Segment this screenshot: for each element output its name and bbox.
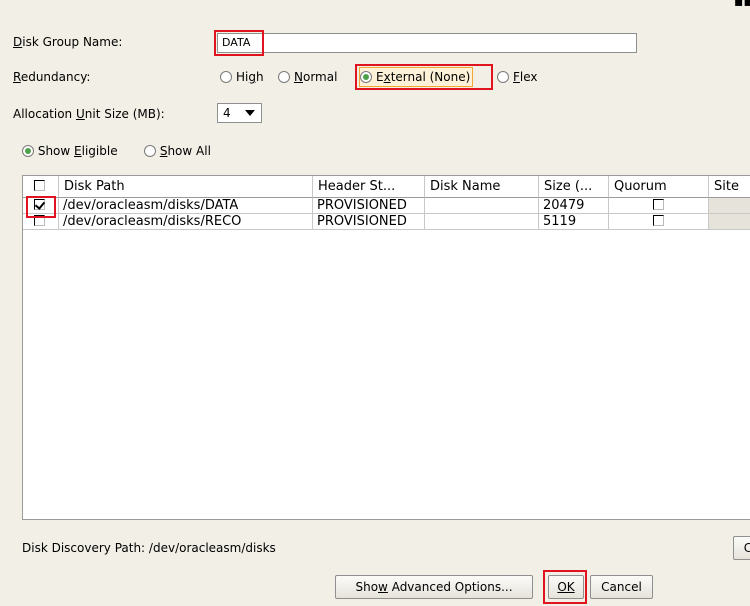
redundancy-label: Redundancy:	[13, 70, 91, 84]
row-checkbox[interactable]	[34, 215, 45, 226]
disk-discovery-label: Disk Discovery Path:	[22, 541, 146, 555]
table-cell-quorum[interactable]	[609, 198, 709, 214]
table-cell-header-status: PROVISIONED	[313, 214, 425, 230]
disk-group-name-value: DATA	[222, 36, 251, 49]
quorum-checkbox[interactable]	[653, 215, 664, 226]
disk-group-name-label: Disk Group Name:	[13, 35, 123, 49]
row-checkbox-checked[interactable]	[34, 199, 45, 210]
table-cell-disk-name[interactable]	[425, 214, 539, 230]
radio-circle-icon	[497, 71, 509, 83]
show-all-radio[interactable]: Show All	[144, 144, 211, 158]
column-header-disk-path[interactable]: Disk Path	[59, 176, 313, 198]
redundancy-high-radio[interactable]: High	[220, 68, 264, 86]
redundancy-flex-radio[interactable]: Flex	[497, 68, 538, 86]
redundancy-external-radio[interactable]: External (None)	[358, 67, 474, 87]
column-header-header-status[interactable]: Header St...	[313, 176, 425, 198]
table-cell-size: 20479	[539, 198, 609, 214]
table-cell-disk-path[interactable]: /dev/oracleasm/disks/RECO	[59, 214, 313, 230]
allocation-unit-label: Allocation Unit Size (MB):	[13, 107, 165, 121]
disk-discovery-path: Disk Discovery Path: /dev/oracleasm/disk…	[22, 541, 276, 555]
disk-discovery-value: /dev/oracleasm/disks	[148, 541, 276, 555]
table-row-select-cell[interactable]	[23, 198, 59, 214]
radio-circle-icon	[144, 145, 156, 157]
allocation-unit-combo[interactable]: 4	[217, 103, 262, 123]
disk-table[interactable]: Disk Path Header St... Disk Name Size (.…	[22, 175, 750, 520]
show-advanced-options-button[interactable]: Show Advanced Options...	[335, 575, 533, 599]
quorum-checkbox[interactable]	[653, 199, 664, 210]
redundancy-normal-radio[interactable]: Normal	[278, 68, 337, 86]
column-header-select-all[interactable]	[23, 176, 59, 198]
table-cell-disk-name[interactable]	[425, 198, 539, 214]
table-row-select-cell[interactable]	[23, 214, 59, 230]
allocation-unit-value: 4	[223, 106, 231, 120]
table-cell-size: 5119	[539, 214, 609, 230]
column-header-disk-name[interactable]: Disk Name	[425, 176, 539, 198]
cancel-button[interactable]: Cancel	[590, 575, 653, 599]
select-all-checkbox[interactable]	[34, 180, 45, 191]
radio-circle-icon	[278, 71, 290, 83]
radio-selected-icon	[360, 71, 372, 83]
radio-circle-icon	[220, 71, 232, 83]
chevron-down-icon	[245, 110, 255, 116]
column-header-site[interactable]: Site	[709, 176, 750, 198]
table-cell-header-status: PROVISIONED	[313, 198, 425, 214]
table-cell-disk-path[interactable]: /dev/oracleasm/disks/DATA	[59, 198, 313, 214]
table-cell-site	[709, 198, 750, 214]
column-header-size[interactable]: Size (...	[539, 176, 609, 198]
table-cell-site	[709, 214, 750, 230]
column-header-quorum[interactable]: Quorum	[609, 176, 709, 198]
show-eligible-radio[interactable]: Show Eligible	[22, 144, 118, 158]
window-corner-glyph: ▪▪	[734, 0, 750, 10]
disk-group-name-input[interactable]: DATA	[217, 33, 637, 53]
ok-button[interactable]: OK	[548, 575, 584, 599]
table-cell-quorum[interactable]	[609, 214, 709, 230]
change-discovery-path-button[interactable]: C	[733, 536, 750, 560]
radio-selected-icon	[22, 145, 34, 157]
